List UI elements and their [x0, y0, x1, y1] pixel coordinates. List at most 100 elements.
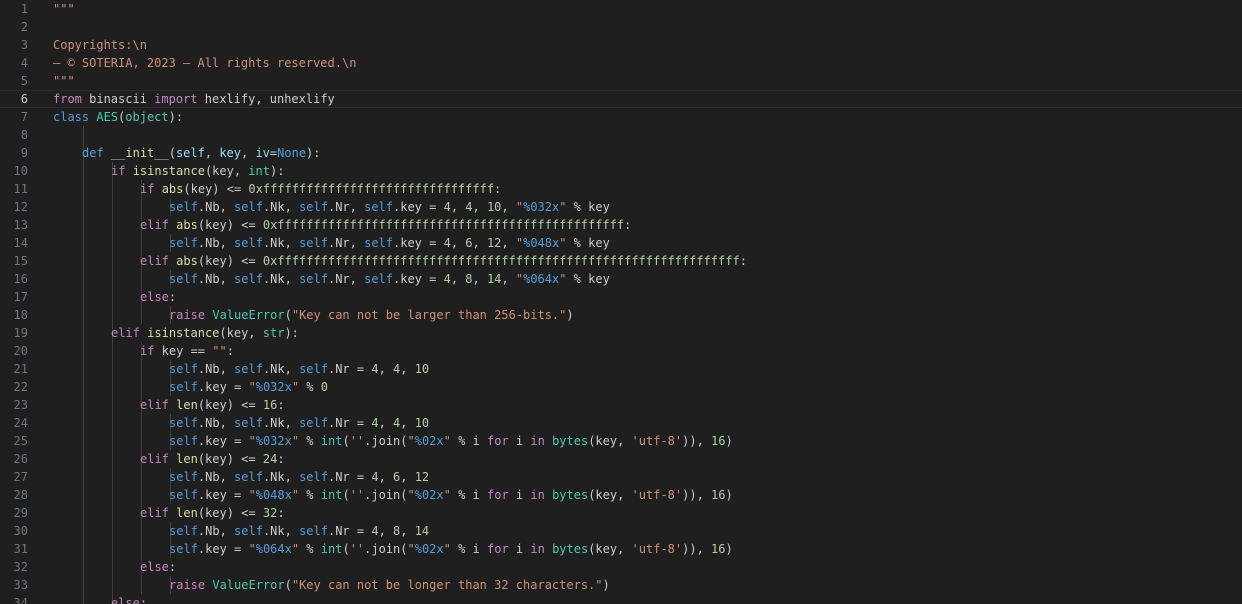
code-line[interactable]: 18 raise ValueError("Key can not be large… — [0, 306, 1242, 324]
code-line[interactable]: 30 self.Nb, self.Nk, self.Nr = 4, 8, 14 — [0, 522, 1242, 540]
code-text: else: — [140, 558, 176, 576]
code-token: : — [226, 344, 234, 358]
line-number: 24 — [13, 416, 28, 430]
code-token: ) — [566, 308, 574, 322]
code-token: elif — [140, 218, 169, 232]
code-token: ( — [342, 488, 350, 502]
code-token: elif — [140, 452, 169, 466]
code-line[interactable]: 4 — © SOTERIA, 2023 — All rights reserved… — [0, 54, 1242, 72]
code-text: self.Nb, self.Nk, self.Nr, self.key = 4,… — [169, 234, 610, 252]
code-token: self — [234, 362, 263, 376]
code-line[interactable]: 14 self.Nb, self.Nk, self.Nr, self.key = … — [0, 234, 1242, 252]
code-token: int — [320, 488, 343, 502]
indent-guide — [112, 450, 113, 468]
code-token: raise — [169, 308, 206, 322]
code-token: in — [530, 542, 545, 556]
code-line[interactable]: 7 class AES(object): — [0, 108, 1242, 126]
code-line[interactable]: 32 else: — [0, 558, 1242, 576]
code-text: def __init__(self, key, iv=None): — [82, 144, 321, 162]
line-number: 14 — [13, 236, 28, 250]
code-token: raise — [169, 578, 206, 592]
code-token: ( — [342, 434, 350, 448]
code-token: , — [241, 146, 256, 160]
code-line[interactable]: 9 def __init__(self, key, iv=None): — [0, 144, 1242, 162]
indent-guide — [83, 432, 84, 450]
code-token: )), — [682, 542, 712, 556]
code-line[interactable]: 28 self.key = "%048x" % int(''.join("%02x… — [0, 486, 1242, 504]
indent-guide — [141, 360, 142, 378]
code-token: : — [277, 452, 285, 466]
code-token: % i — [450, 434, 487, 448]
code-line[interactable]: 3 Copyrights:\n — [0, 36, 1242, 54]
code-token: else — [111, 596, 140, 604]
code-token: .Nr = — [327, 524, 372, 538]
code-token: .Nr = — [327, 416, 372, 430]
code-token: " — [515, 236, 524, 250]
indent-guide — [112, 180, 113, 198]
code-line[interactable]: 22 self.key = "%032x" % 0 — [0, 378, 1242, 396]
code-line[interactable]: 29 elif len(key) <= 32: — [0, 504, 1242, 522]
code-token: 16 — [711, 434, 726, 448]
code-line[interactable]: 11 if abs(key) <= 0xfffffffffffffffffffff… — [0, 180, 1242, 198]
code-line[interactable]: 33 raise ValueError("Key can not be longe… — [0, 576, 1242, 594]
code-line[interactable]: 12 self.Nb, self.Nk, self.Nr, self.key = … — [0, 198, 1242, 216]
code-token: None — [277, 146, 307, 160]
code-token: ValueError — [212, 308, 285, 322]
code-editor[interactable]: 1 """ 2 3 Copyrights:\n 4— © SOTERIA, 2023 — … — [0, 0, 1242, 604]
code-token: abs — [176, 254, 198, 268]
code-token: 4 — [371, 470, 379, 484]
indent-guide — [112, 468, 113, 486]
code-line[interactable]: 31 self.key = "%064x" % int(''.join("%02x… — [0, 540, 1242, 558]
code-line[interactable]: 8 — [0, 126, 1242, 144]
indent-guide — [112, 252, 113, 270]
line-number: 10 — [13, 164, 28, 178]
indent-guide — [83, 252, 84, 270]
code-line[interactable]: 20 if key == "": — [0, 342, 1242, 360]
code-token: self — [169, 200, 198, 214]
code-line[interactable]: 23 elif len(key) <= 16: — [0, 396, 1242, 414]
line-number: 32 — [13, 560, 28, 574]
code-token: self — [234, 416, 263, 430]
code-token: " — [515, 272, 524, 286]
code-line[interactable]: 21 self.Nb, self.Nk, self.Nr = 4, 4, 10 — [0, 360, 1242, 378]
code-line[interactable]: 16 self.Nb, self.Nk, self.Nr, self.key = … — [0, 270, 1242, 288]
code-token: %048x — [523, 236, 560, 250]
code-text: elif abs(key) <= 0xfffffffffffffffffffff… — [140, 216, 631, 234]
indent-guide — [83, 216, 84, 234]
code-text: — © SOTERIA, 2023 — All rights reserved.… — [53, 54, 356, 72]
code-line[interactable]: 17 else: — [0, 288, 1242, 306]
code-token: '' — [349, 488, 365, 502]
code-line[interactable]: 10 if isinstance(key, int): — [0, 162, 1242, 180]
code-token: "" — [212, 344, 227, 358]
code-line[interactable]: 13 elif abs(key) <= 0xfffffffffffffffffff… — [0, 216, 1242, 234]
code-token: .Nk, — [262, 416, 300, 430]
code-token: .Nr = — [327, 362, 372, 376]
code-token: ( — [168, 146, 176, 160]
code-token: """ — [53, 74, 75, 88]
code-token: : — [494, 182, 502, 196]
indent-guide — [83, 378, 84, 396]
code-token: self — [169, 470, 198, 484]
code-token: " — [407, 488, 415, 502]
line-number: 8 — [20, 128, 28, 142]
code-line[interactable]: 15 elif abs(key) <= 0xfffffffffffffffffff… — [0, 252, 1242, 270]
code-text: raise ValueError("Key can not be larger … — [169, 306, 574, 324]
indent-guide — [112, 558, 113, 576]
code-line[interactable]: 34 else: — [0, 594, 1242, 604]
indent-guide — [83, 162, 84, 180]
code-token: , — [400, 524, 415, 538]
code-line[interactable]: 25 self.key = "%032x" % int(''.join("%02x… — [0, 432, 1242, 450]
code-token: len — [176, 398, 198, 412]
indent-guide — [141, 306, 142, 324]
code-token: , — [450, 272, 466, 286]
code-token: ( — [342, 542, 350, 556]
code-line[interactable]: 1 """ — [0, 0, 1242, 18]
code-line[interactable]: 19 elif isinstance(key, str): — [0, 324, 1242, 342]
code-line[interactable]: 2 — [0, 18, 1242, 36]
code-line[interactable]: 6 from binascii import hexlify, unhexlify — [0, 90, 1242, 108]
code-line[interactable]: 26 elif len(key) <= 24: — [0, 450, 1242, 468]
code-line[interactable]: 27 self.Nb, self.Nk, self.Nr = 4, 6, 12 — [0, 468, 1242, 486]
code-line[interactable]: 5 """ — [0, 72, 1242, 90]
code-line[interactable]: 24 self.Nb, self.Nk, self.Nr = 4, 4, 10 — [0, 414, 1242, 432]
